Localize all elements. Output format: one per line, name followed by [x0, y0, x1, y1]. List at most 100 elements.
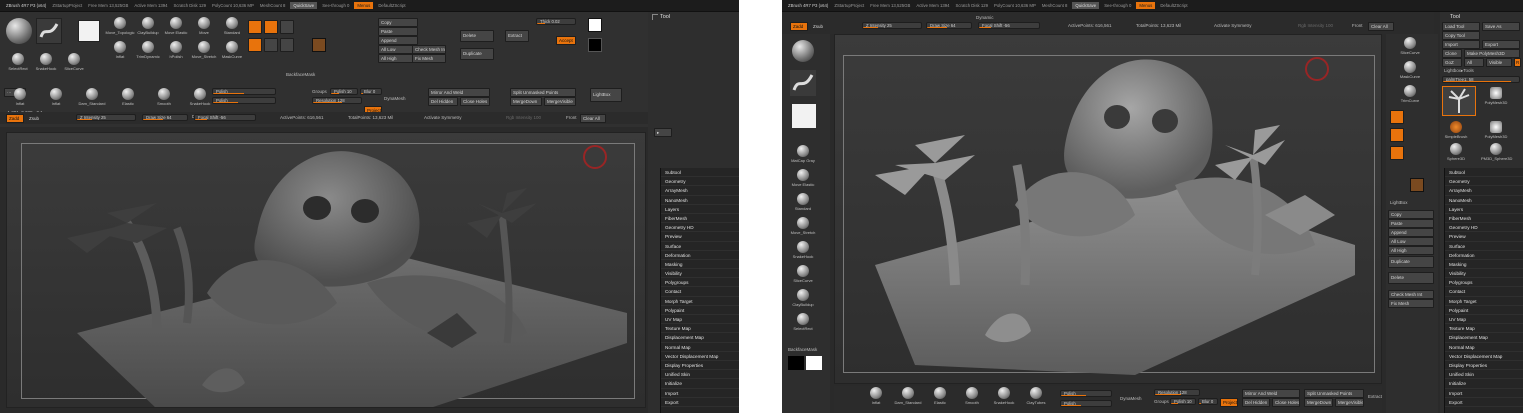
all-low-button-2[interactable]: All Low — [1388, 237, 1434, 246]
fix-mesh-button-2[interactable]: Fix Mesh — [1388, 299, 1434, 308]
secondary-color-swatch-2[interactable] — [788, 356, 804, 370]
duplicate-button-2[interactable]: Duplicate — [1388, 256, 1434, 268]
mirror-and-weld-button-b[interactable]: Mirror And Weld — [1242, 389, 1300, 398]
left-tool-3[interactable]: Move_Stretch — [791, 216, 815, 238]
goz-button[interactable]: GoZ — [1442, 58, 1462, 67]
draw-size-slider[interactable]: Draw Size 64 — [142, 114, 188, 121]
main-color-swatch[interactable] — [588, 18, 602, 32]
secondary-color-swatch[interactable] — [588, 38, 602, 52]
subpalette-normal-map[interactable]: Normal Map — [661, 343, 739, 352]
resolution-slider[interactable]: Resolution 128 — [312, 97, 362, 104]
blur-slider[interactable]: Blur 0 — [360, 88, 382, 95]
frame-button-2[interactable] — [1390, 128, 1404, 142]
resolution-slider-b[interactable]: Resolution 128 — [1154, 389, 1200, 396]
activate-symmetry-button-2[interactable]: Activate Symmetry — [1214, 23, 1252, 28]
copy-button-2[interactable]: Copy — [1388, 210, 1434, 219]
subpalette-display-properties-2[interactable]: Display Properties — [1445, 361, 1523, 371]
lightbox-button-2[interactable]: LightBox — [1390, 200, 1408, 205]
subpalette-preview-2[interactable]: Preview — [1445, 232, 1523, 242]
subpalette-geometry-hd[interactable]: Geometry HD — [661, 223, 739, 233]
paste-button[interactable]: Paste — [378, 27, 418, 36]
del-hidden-button-b[interactable]: Del Hidden — [1242, 398, 1270, 407]
polish-slider[interactable]: Polish — [212, 88, 276, 95]
groups-label[interactable]: Groups — [312, 89, 327, 94]
tool-thumb-sphere3d[interactable]: Sphere3D — [1444, 142, 1468, 164]
subpalette-contact[interactable]: Contact — [661, 287, 739, 297]
z-intensity-slider-2[interactable]: Z Intensity 25 — [862, 22, 922, 29]
delete-button-2[interactable]: Delete — [1388, 272, 1434, 284]
merge-down-button[interactable]: MergeDown — [510, 97, 542, 106]
subpalette-geometry-hd-2[interactable]: Geometry HD — [1445, 223, 1523, 233]
dynamic-button-2[interactable]: Dynamic — [976, 15, 994, 20]
del-hidden-button[interactable]: Del Hidden — [428, 97, 458, 106]
brush-smooth[interactable]: Smooth — [152, 87, 176, 109]
current-tool-thumbnail[interactable] — [1442, 86, 1476, 116]
split-unmasked-points-button-b[interactable]: Split Unmasked Points — [1304, 389, 1364, 398]
subpalette-polygroups[interactable]: Polygroups — [661, 278, 739, 288]
front-button[interactable]: Front — [566, 115, 577, 120]
subpalette-polygroups-2[interactable]: Polygroups — [1445, 278, 1523, 288]
brush-maskcurve[interactable]: MaskCurve — [220, 40, 244, 62]
mirror-and-weld-button[interactable]: Mirror And Weld — [428, 88, 490, 97]
backface-mask-label-2[interactable]: BackfaceMask — [788, 347, 817, 352]
brush-trimdynamic[interactable]: TrimDynamic — [136, 40, 160, 62]
current-tool-slider[interactable]: palmTree1: 58 — [1442, 76, 1520, 83]
clear-all-button-2[interactable]: Clear All — [1368, 22, 1394, 31]
left-tool-6[interactable]: ClayBuildup — [791, 288, 815, 310]
subpalette-texture-map[interactable]: Texture Map — [661, 324, 739, 334]
persp-button[interactable] — [264, 38, 278, 52]
subpalette-export-2[interactable]: Export — [1445, 398, 1523, 407]
activate-symmetry-button[interactable]: Activate Symmetry — [424, 115, 462, 120]
frame-button[interactable] — [248, 38, 262, 52]
copy-tool-button[interactable]: Copy Tool — [1442, 31, 1480, 40]
paste-button-2[interactable]: Paste — [1388, 219, 1434, 228]
focal-shift-slider-2[interactable]: Focal Shift -56 — [978, 22, 1040, 29]
bottom-brush-snakehook[interactable]: SnakeHook — [992, 386, 1016, 408]
split-unmasked-points-button[interactable]: Split Unmasked Points — [510, 88, 576, 97]
main-color-swatch-2[interactable] — [806, 356, 822, 370]
close-holes-button[interactable]: Close Holes — [460, 97, 490, 106]
subpalette-nanomesh-2[interactable]: NanoMesh — [1445, 196, 1523, 205]
brush-move-stretch[interactable]: Move_Stretch — [192, 40, 216, 62]
brush-hpolish[interactable]: hPolish — [164, 40, 188, 62]
subpalette-scroll-icon[interactable]: ▸ — [654, 128, 672, 137]
clone-button[interactable]: Clone — [1442, 49, 1462, 58]
bottom-brush-claytubes[interactable]: ClayTubes — [1024, 386, 1048, 408]
subpalette-nanomesh[interactable]: NanoMesh — [661, 196, 739, 205]
append-button[interactable]: Append — [378, 36, 418, 45]
subpalette-layers[interactable]: Layers — [661, 205, 739, 214]
lightbox-tools-button[interactable]: Lightbox▸Tools — [1444, 68, 1474, 74]
duplicate-button[interactable]: Duplicate — [460, 48, 494, 60]
stroke-thumbnail-2[interactable] — [790, 70, 816, 96]
bottom-brush-smooth[interactable]: Smooth — [960, 386, 984, 408]
polish-val-slider-b[interactable]: Polish 10 — [1170, 398, 1196, 405]
blur-slider-b[interactable]: Blur 0 — [1198, 398, 1218, 405]
left-tool-5[interactable]: SliceCurve — [791, 264, 815, 286]
menus-button-2[interactable]: Menus — [1136, 2, 1156, 9]
subpalette-deformation[interactable]: Deformation — [661, 251, 739, 260]
subpalette-fibermesh-2[interactable]: FiberMesh — [1445, 214, 1523, 224]
brush-selectrect[interactable]: SelectRect — [6, 52, 30, 74]
subpalette-initialize[interactable]: Initialize — [661, 379, 739, 389]
import-button[interactable]: Import — [1442, 40, 1480, 49]
zsub-button-2[interactable]: Zsub — [810, 22, 826, 31]
subpalette-unified-skin[interactable]: Unified Skin — [661, 370, 739, 380]
subpalette-uv-map-2[interactable]: UV Map — [1445, 315, 1523, 325]
fix-mesh-button[interactable]: Fix Mesh — [412, 54, 446, 63]
make-polymesh-button[interactable]: Make PolyMesh3D — [1464, 49, 1520, 58]
extract-button[interactable]: Extract — [505, 30, 529, 42]
subpalette-arraymesh-2[interactable]: ArrayMesh — [1445, 186, 1523, 196]
subpalette-visibility[interactable]: Visibility — [661, 269, 739, 279]
subpalette-geometry[interactable]: Geometry — [661, 177, 739, 187]
tool-thumb-pm3d-sphere[interactable]: PM3D_Sphere3D — [1481, 142, 1512, 164]
dynamesh-button-b[interactable]: DynaMesh — [1120, 396, 1142, 401]
zadd-button-2[interactable]: Zadd — [790, 22, 808, 31]
quicksave-button-2[interactable]: QuickSave — [1072, 2, 1100, 9]
subpalette-displacement-map-2[interactable]: Displacement Map — [1445, 333, 1523, 343]
brush-inflat-2[interactable]: Inflat — [8, 87, 32, 109]
subpalette-normal-map-2[interactable]: Normal Map — [1445, 343, 1523, 352]
brush-slicecurve[interactable]: SliceCurve — [62, 52, 86, 74]
check-mesh-int-button-2[interactable]: Check Mesh Int — [1388, 290, 1434, 299]
subpalette-display-properties[interactable]: Display Properties — [661, 361, 739, 371]
brush-snakehook[interactable]: SnakeHook — [34, 52, 58, 74]
